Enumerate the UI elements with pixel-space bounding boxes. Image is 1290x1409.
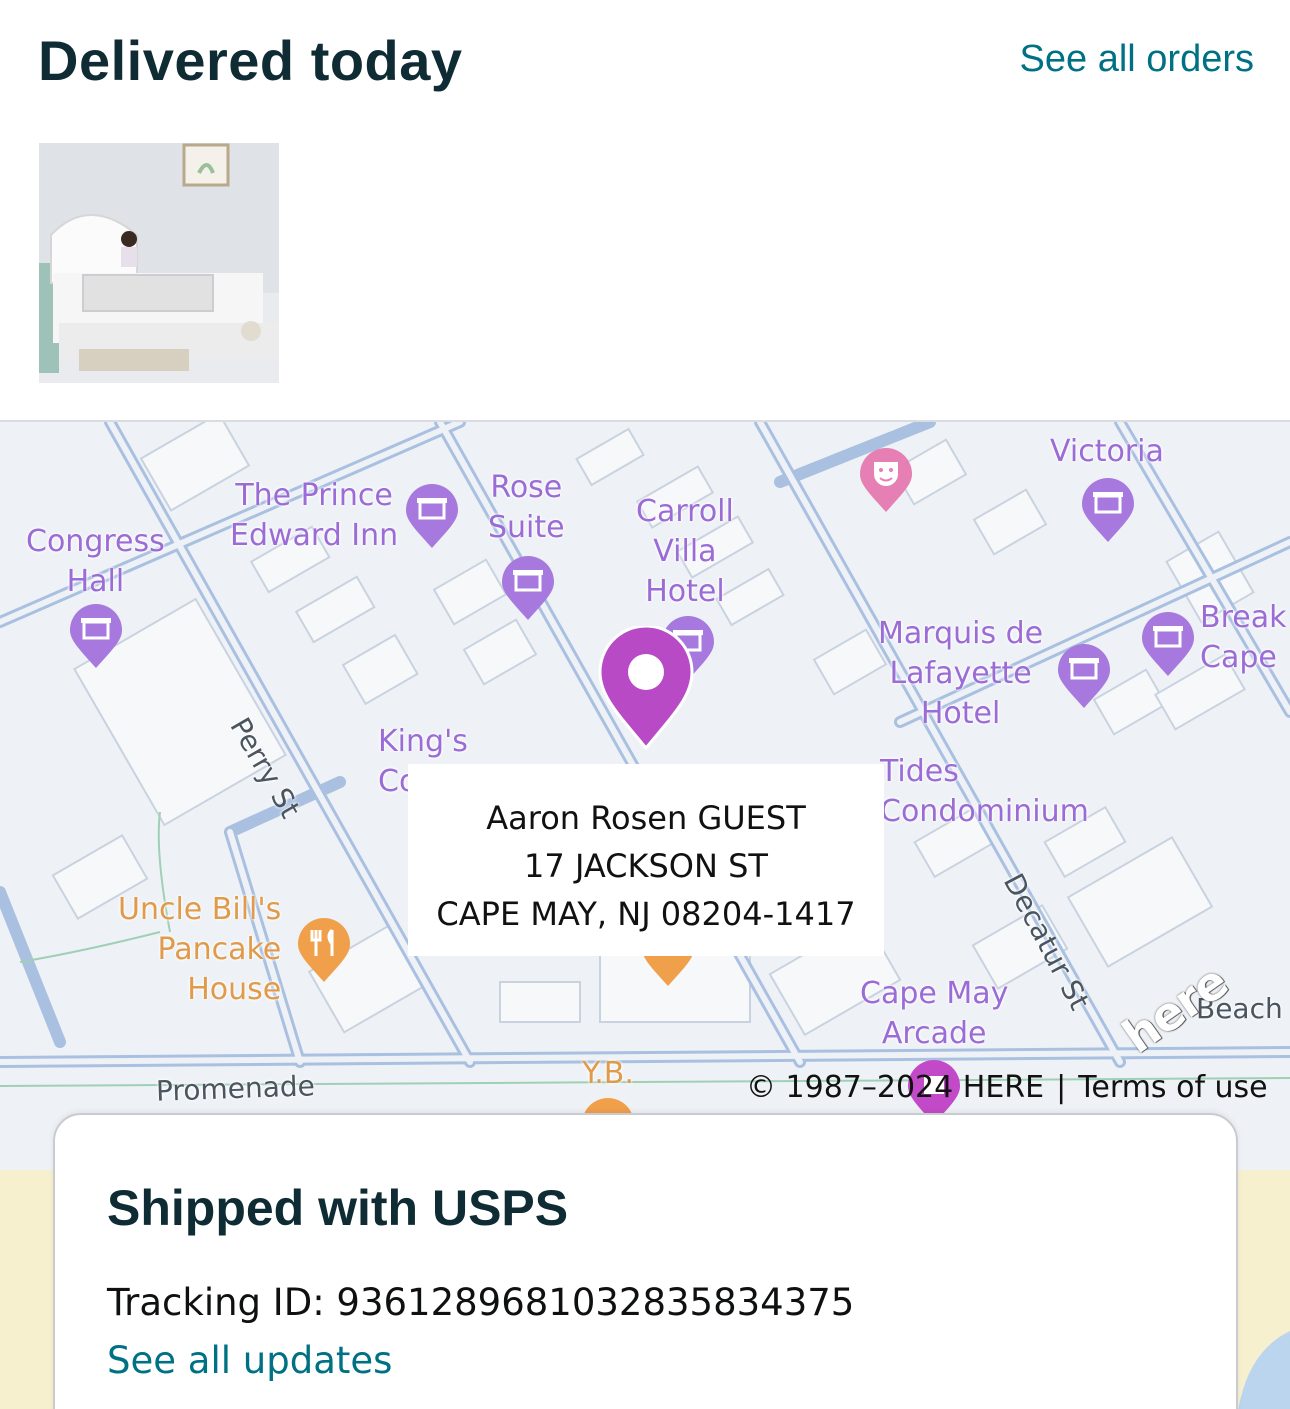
restaurant-icon[interactable] bbox=[296, 918, 352, 984]
hotel-icon[interactable] bbox=[68, 604, 124, 670]
poi-label-cape-may-arcade: Cape May Arcade bbox=[860, 976, 1009, 1051]
see-all-orders-link[interactable]: See all orders bbox=[1020, 38, 1254, 81]
see-all-updates-link[interactable]: See all updates bbox=[107, 1339, 392, 1382]
poi-label-break-cape: Break Cape bbox=[1200, 600, 1287, 675]
terms-of-use-link[interactable]: Terms of use bbox=[1078, 1070, 1267, 1105]
product-thumbnail[interactable] bbox=[39, 143, 279, 383]
recipient-name: Aaron Rosen GUEST bbox=[486, 799, 806, 837]
theater-icon[interactable] bbox=[858, 448, 914, 514]
delivery-address-card: Aaron Rosen GUEST 17 JACKSON ST CAPE MAY… bbox=[408, 764, 884, 956]
poi-label-carroll-villa-hotel: Carroll Villa Hotel bbox=[636, 494, 734, 609]
poi-label-yb: Y.B. bbox=[582, 1056, 634, 1091]
poi-label-prince-edward-inn: The Prince Edward Inn bbox=[230, 478, 399, 553]
copyright-text: © 1987–2024 HERE bbox=[746, 1070, 1045, 1105]
poi-label-tides-condominium: Tides Condominium bbox=[880, 754, 1089, 829]
hotel-icon[interactable] bbox=[1056, 644, 1112, 710]
street-label-promenade: Promenade bbox=[155, 1069, 316, 1108]
poi-label-victoria: Victoria bbox=[1050, 434, 1164, 469]
product-image bbox=[39, 143, 279, 383]
poi-label-congress-hall: Congress Hall bbox=[26, 524, 165, 599]
hotel-icon[interactable] bbox=[1140, 612, 1196, 678]
page-title: Delivered today bbox=[38, 29, 463, 92]
poi-label-rose-suite: Rose Suite bbox=[488, 470, 565, 545]
address-street: 17 JACKSON ST bbox=[524, 847, 768, 885]
tracking-id: Tracking ID: 9361289681032835834375 bbox=[107, 1281, 855, 1324]
attribution-separator: | bbox=[1056, 1070, 1067, 1105]
address-city: CAPE MAY, NJ 08204-1417 bbox=[436, 895, 856, 933]
hotel-icon[interactable] bbox=[404, 484, 460, 550]
header: Delivered today See all orders bbox=[0, 0, 1290, 120]
shipment-card: Shipped with USPS Tracking ID: 936128968… bbox=[53, 1113, 1238, 1409]
map-attribution: © 1987–2024 HERE | Terms of use bbox=[746, 1070, 1268, 1105]
poi-label-marquis-de-lafayette: Marquis de Lafayette Hotel bbox=[878, 616, 1044, 731]
shipment-carrier-title: Shipped with USPS bbox=[107, 1180, 569, 1236]
hotel-icon[interactable] bbox=[1080, 478, 1136, 544]
hotel-icon[interactable] bbox=[500, 556, 556, 622]
delivery-location-pin-icon[interactable] bbox=[598, 626, 694, 750]
poi-label-uncle-bills: Uncle Bill's Pancake House bbox=[118, 892, 282, 1007]
